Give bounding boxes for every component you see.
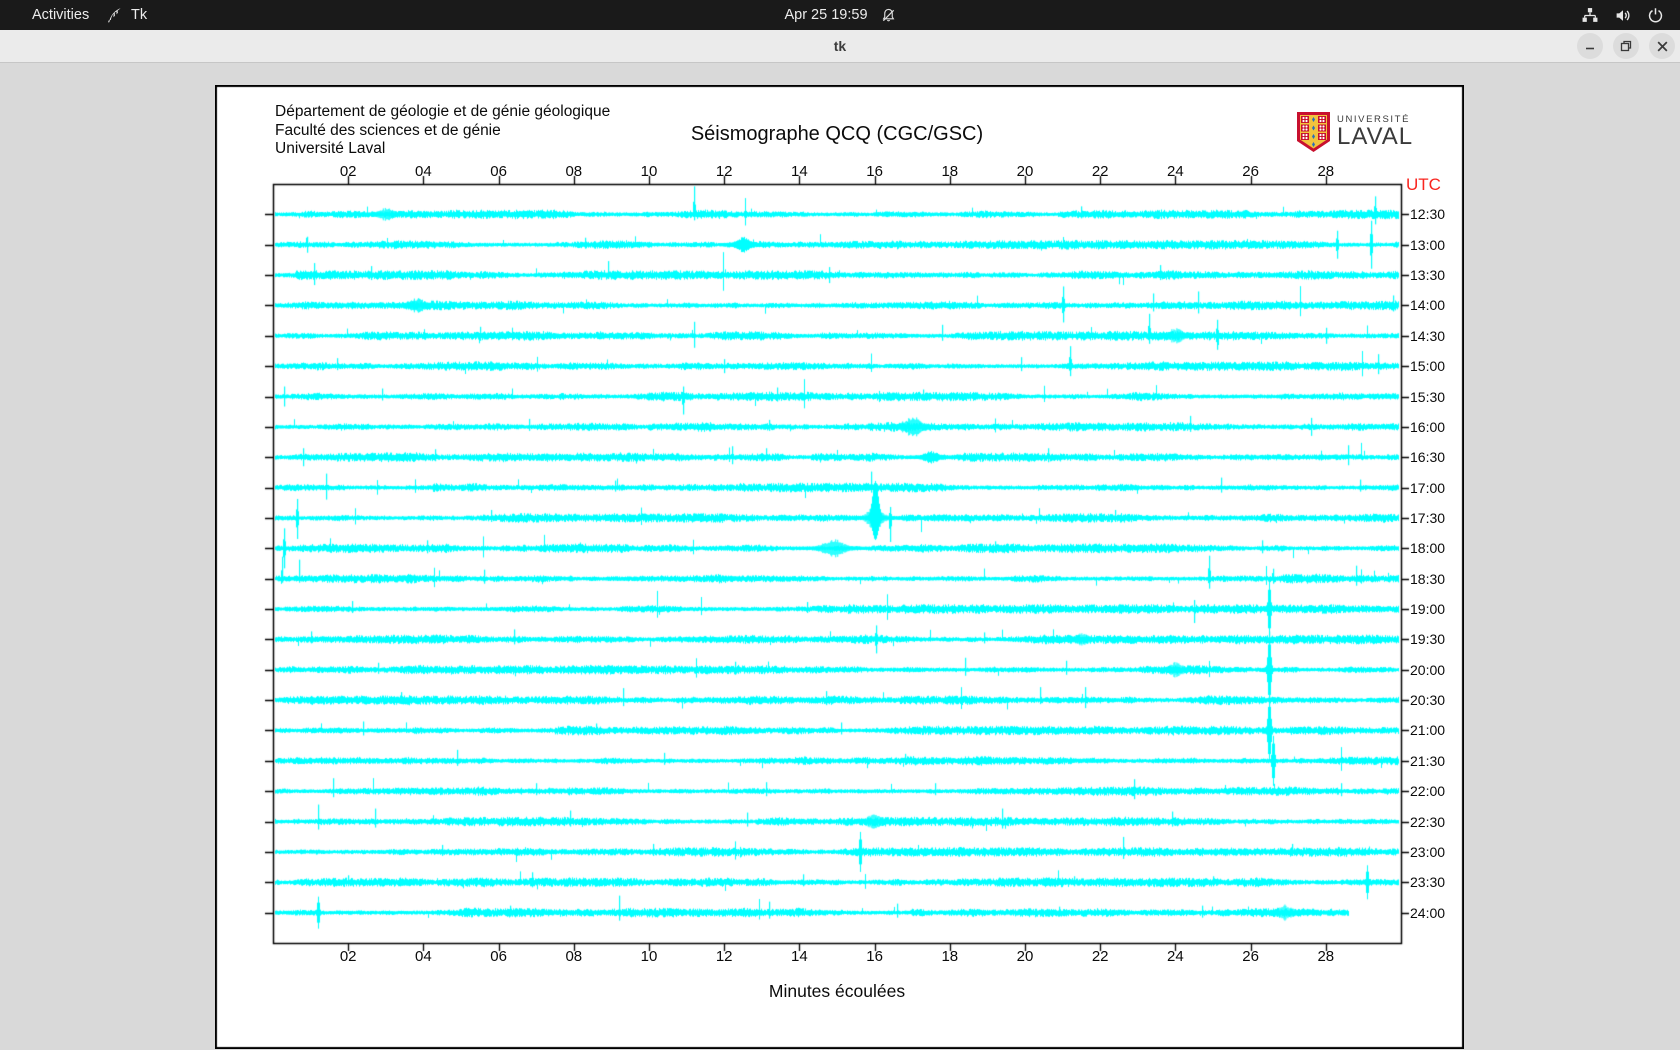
- minimize-button[interactable]: [1577, 33, 1603, 59]
- utc-time-label: 13:00: [1410, 236, 1446, 253]
- x-tick-label-bottom: 18: [941, 948, 959, 965]
- x-tick-label-top: 18: [941, 163, 959, 180]
- header-line1: Département de géologie et de génie géol…: [275, 103, 611, 120]
- x-tick-label-top: 06: [490, 163, 507, 180]
- x-tick-label-bottom: 14: [791, 948, 808, 965]
- x-tick-label-bottom: 08: [565, 948, 583, 965]
- seismograph-canvas: Département de géologie et de génie géol…: [215, 85, 1464, 1049]
- utc-time-label: 16:00: [1410, 418, 1446, 435]
- x-tick-label-top: 02: [339, 163, 357, 180]
- utc-time-label: 20:30: [1410, 692, 1446, 709]
- plot-title: Séismographe QCQ (CGC/GSC): [690, 123, 984, 145]
- x-tick-label-bottom: 26: [1242, 948, 1259, 965]
- x-tick-label-bottom: 02: [339, 948, 357, 965]
- x-tick-label-top: 12: [715, 163, 733, 180]
- close-button[interactable]: [1649, 33, 1675, 59]
- laval-shield-icon: [1296, 111, 1331, 158]
- utc-label: UTC: [1406, 175, 1441, 194]
- window-titlebar[interactable]: tk: [0, 30, 1680, 63]
- window-title: tk: [833, 38, 847, 54]
- x-tick-label-bottom: 12: [715, 948, 733, 965]
- utc-time-label: 21:00: [1410, 722, 1446, 739]
- utc-time-label: 20:00: [1410, 661, 1446, 678]
- x-tick-label-top: 14: [791, 163, 808, 180]
- x-tick-label-top: 08: [565, 163, 583, 180]
- utc-time-label: 14:30: [1410, 327, 1446, 344]
- clock[interactable]: Apr 25 19:59: [784, 7, 867, 23]
- x-tick-label-bottom: 10: [640, 948, 658, 965]
- utc-time-label: 22:30: [1410, 813, 1446, 830]
- x-tick-label-bottom: 24: [1167, 948, 1184, 965]
- utc-time-label: 19:30: [1410, 631, 1446, 648]
- utc-time-label: 13:30: [1410, 267, 1446, 284]
- x-tick-label-bottom: 06: [490, 948, 507, 965]
- restore-button[interactable]: [1613, 33, 1639, 59]
- x-tick-label-top: 10: [640, 163, 658, 180]
- x-tick-label-bottom: 20: [1016, 948, 1034, 965]
- x-tick-label-bottom: 16: [866, 948, 883, 965]
- x-tick-label-top: 22: [1091, 163, 1109, 180]
- x-tick-label-top: 16: [866, 163, 883, 180]
- utc-time-label: 15:00: [1410, 358, 1446, 375]
- bell-muted-icon: [881, 8, 896, 23]
- utc-time-label: 17:00: [1410, 479, 1446, 496]
- utc-time-label: 24:00: [1410, 904, 1446, 921]
- x-tick-label-top: 20: [1016, 163, 1034, 180]
- x-axis-title: Minutes écoulées: [768, 981, 906, 1001]
- utc-time-label: 15:30: [1410, 388, 1446, 405]
- utc-time-label: 14:00: [1410, 297, 1446, 314]
- network-wired-icon[interactable]: [1581, 7, 1599, 24]
- x-tick-label-bottom: 28: [1317, 948, 1335, 965]
- utc-time-label: 16:30: [1410, 449, 1446, 466]
- utc-time-label: 18:00: [1410, 540, 1446, 557]
- seismograph-traces-canvas: [215, 85, 1464, 1049]
- utc-time-label: 17:30: [1410, 509, 1446, 526]
- x-tick-label-top: 24: [1167, 163, 1184, 180]
- gnome-top-bar: Activities Tk Apr 25 19:59: [0, 0, 1680, 30]
- utc-time-label: 22:00: [1410, 783, 1446, 800]
- x-tick-label-bottom: 22: [1091, 948, 1109, 965]
- x-tick-label-top: 28: [1317, 163, 1335, 180]
- utc-time-label: 19:00: [1410, 601, 1446, 618]
- universite-laval-logo: UNIVERSITÉ LAVAL: [1296, 111, 1413, 158]
- utc-time-label: 23:30: [1410, 874, 1446, 891]
- utc-time-label: 12:30: [1410, 206, 1446, 223]
- x-tick-label-bottom: 04: [415, 948, 432, 965]
- power-icon[interactable]: [1647, 7, 1664, 24]
- volume-icon[interactable]: [1614, 7, 1632, 24]
- tk-app-window: Département de géologie et de génie géol…: [0, 63, 1680, 1050]
- utc-time-label: 18:30: [1410, 570, 1446, 587]
- utc-time-label: 21:30: [1410, 752, 1446, 769]
- logo-laval-text: LAVAL: [1337, 123, 1414, 150]
- x-tick-label-top: 26: [1242, 163, 1259, 180]
- utc-time-label: 23:00: [1410, 843, 1446, 860]
- x-tick-label-top: 04: [415, 163, 432, 180]
